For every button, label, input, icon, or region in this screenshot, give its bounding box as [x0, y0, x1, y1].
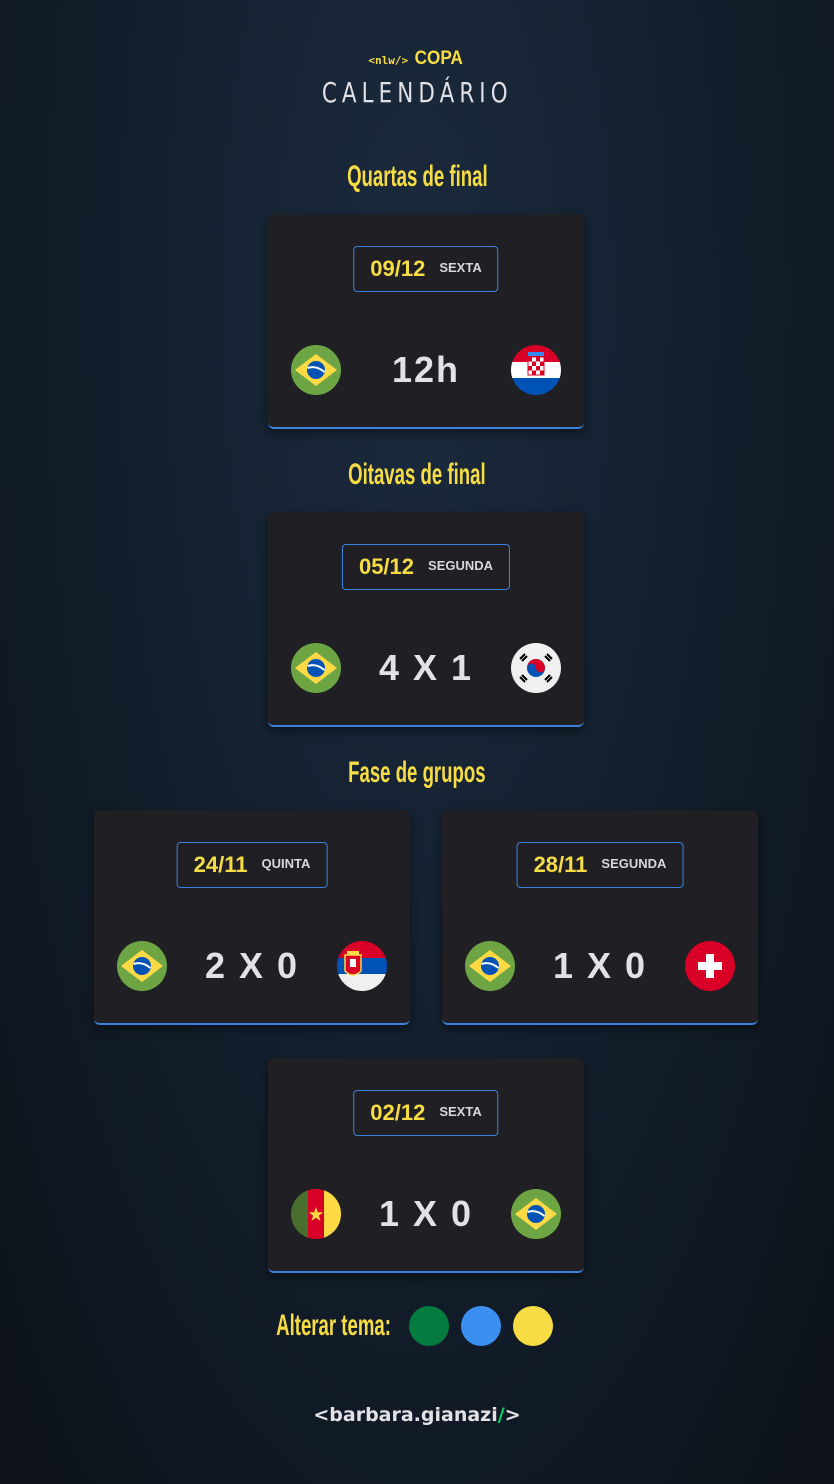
match-weekday: SEGUNDA	[601, 855, 667, 871]
match-date: 05/12	[358, 554, 415, 579]
match-date: 28/11	[533, 852, 588, 877]
section-title-groups: Fase de grupos	[348, 756, 486, 789]
match-card-round16: 05/12 SEGUNDA 4 X 1	[268, 512, 584, 727]
logo-prefix: <nlw/>	[368, 54, 409, 67]
date-box: 28/11 SEGUNDA	[516, 842, 684, 888]
section-title-round16: Oitavas de final	[348, 458, 486, 491]
logo-word: COPA	[414, 48, 463, 69]
croatia-flag-icon	[511, 345, 561, 395]
switzerland-flag-icon	[685, 941, 735, 991]
date-box: 09/12 SEXTA	[353, 246, 499, 292]
match-date: 02/12	[370, 1100, 426, 1125]
match-card-group-2: 28/11 SEGUNDA 1 X 0	[442, 810, 758, 1025]
author-signature[interactable]: <barbara.gianazi/>	[0, 1404, 834, 1426]
match-card-quarters: 09/12 SEXTA 12h	[268, 214, 584, 429]
brazil-flag-icon	[511, 1189, 561, 1239]
section-title-quarters: Quartas de final	[346, 160, 488, 193]
theme-yellow-button[interactable]	[512, 1306, 553, 1346]
date-box: 02/12 SEXTA	[353, 1090, 499, 1136]
bracket-close: >	[504, 1404, 521, 1426]
author-name: barbara.gianazi	[329, 1404, 498, 1426]
app-logo: <nlw/> COPA CALENDÁRIO	[0, 48, 834, 109]
theme-green-button[interactable]	[408, 1306, 449, 1346]
date-box: 24/11 QUINTA	[176, 842, 328, 888]
theme-switcher: Alterar tema:	[0, 1306, 834, 1346]
match-date: 24/11	[193, 852, 248, 877]
page-title: CALENDÁRIO	[321, 76, 513, 109]
theme-blue-button[interactable]	[460, 1306, 501, 1346]
match-card-group-3: 02/12 SEXTA 1 X 0	[268, 1058, 584, 1273]
serbia-flag-icon	[337, 941, 387, 991]
bracket-open: <	[313, 1404, 330, 1426]
match-weekday: SEXTA	[439, 259, 482, 275]
match-weekday: SEGUNDA	[428, 557, 494, 573]
match-date: 09/12	[370, 256, 426, 281]
match-card-group-1: 24/11 QUINTA 2 X 0	[94, 810, 410, 1025]
date-box: 05/12 SEGUNDA	[341, 544, 511, 590]
theme-label: Alterar tema:	[276, 1309, 392, 1342]
match-weekday: QUINTA	[261, 855, 311, 871]
match-weekday: SEXTA	[439, 1103, 482, 1119]
slash-glyph: /	[497, 1404, 505, 1426]
south-korea-flag-icon	[511, 643, 561, 693]
